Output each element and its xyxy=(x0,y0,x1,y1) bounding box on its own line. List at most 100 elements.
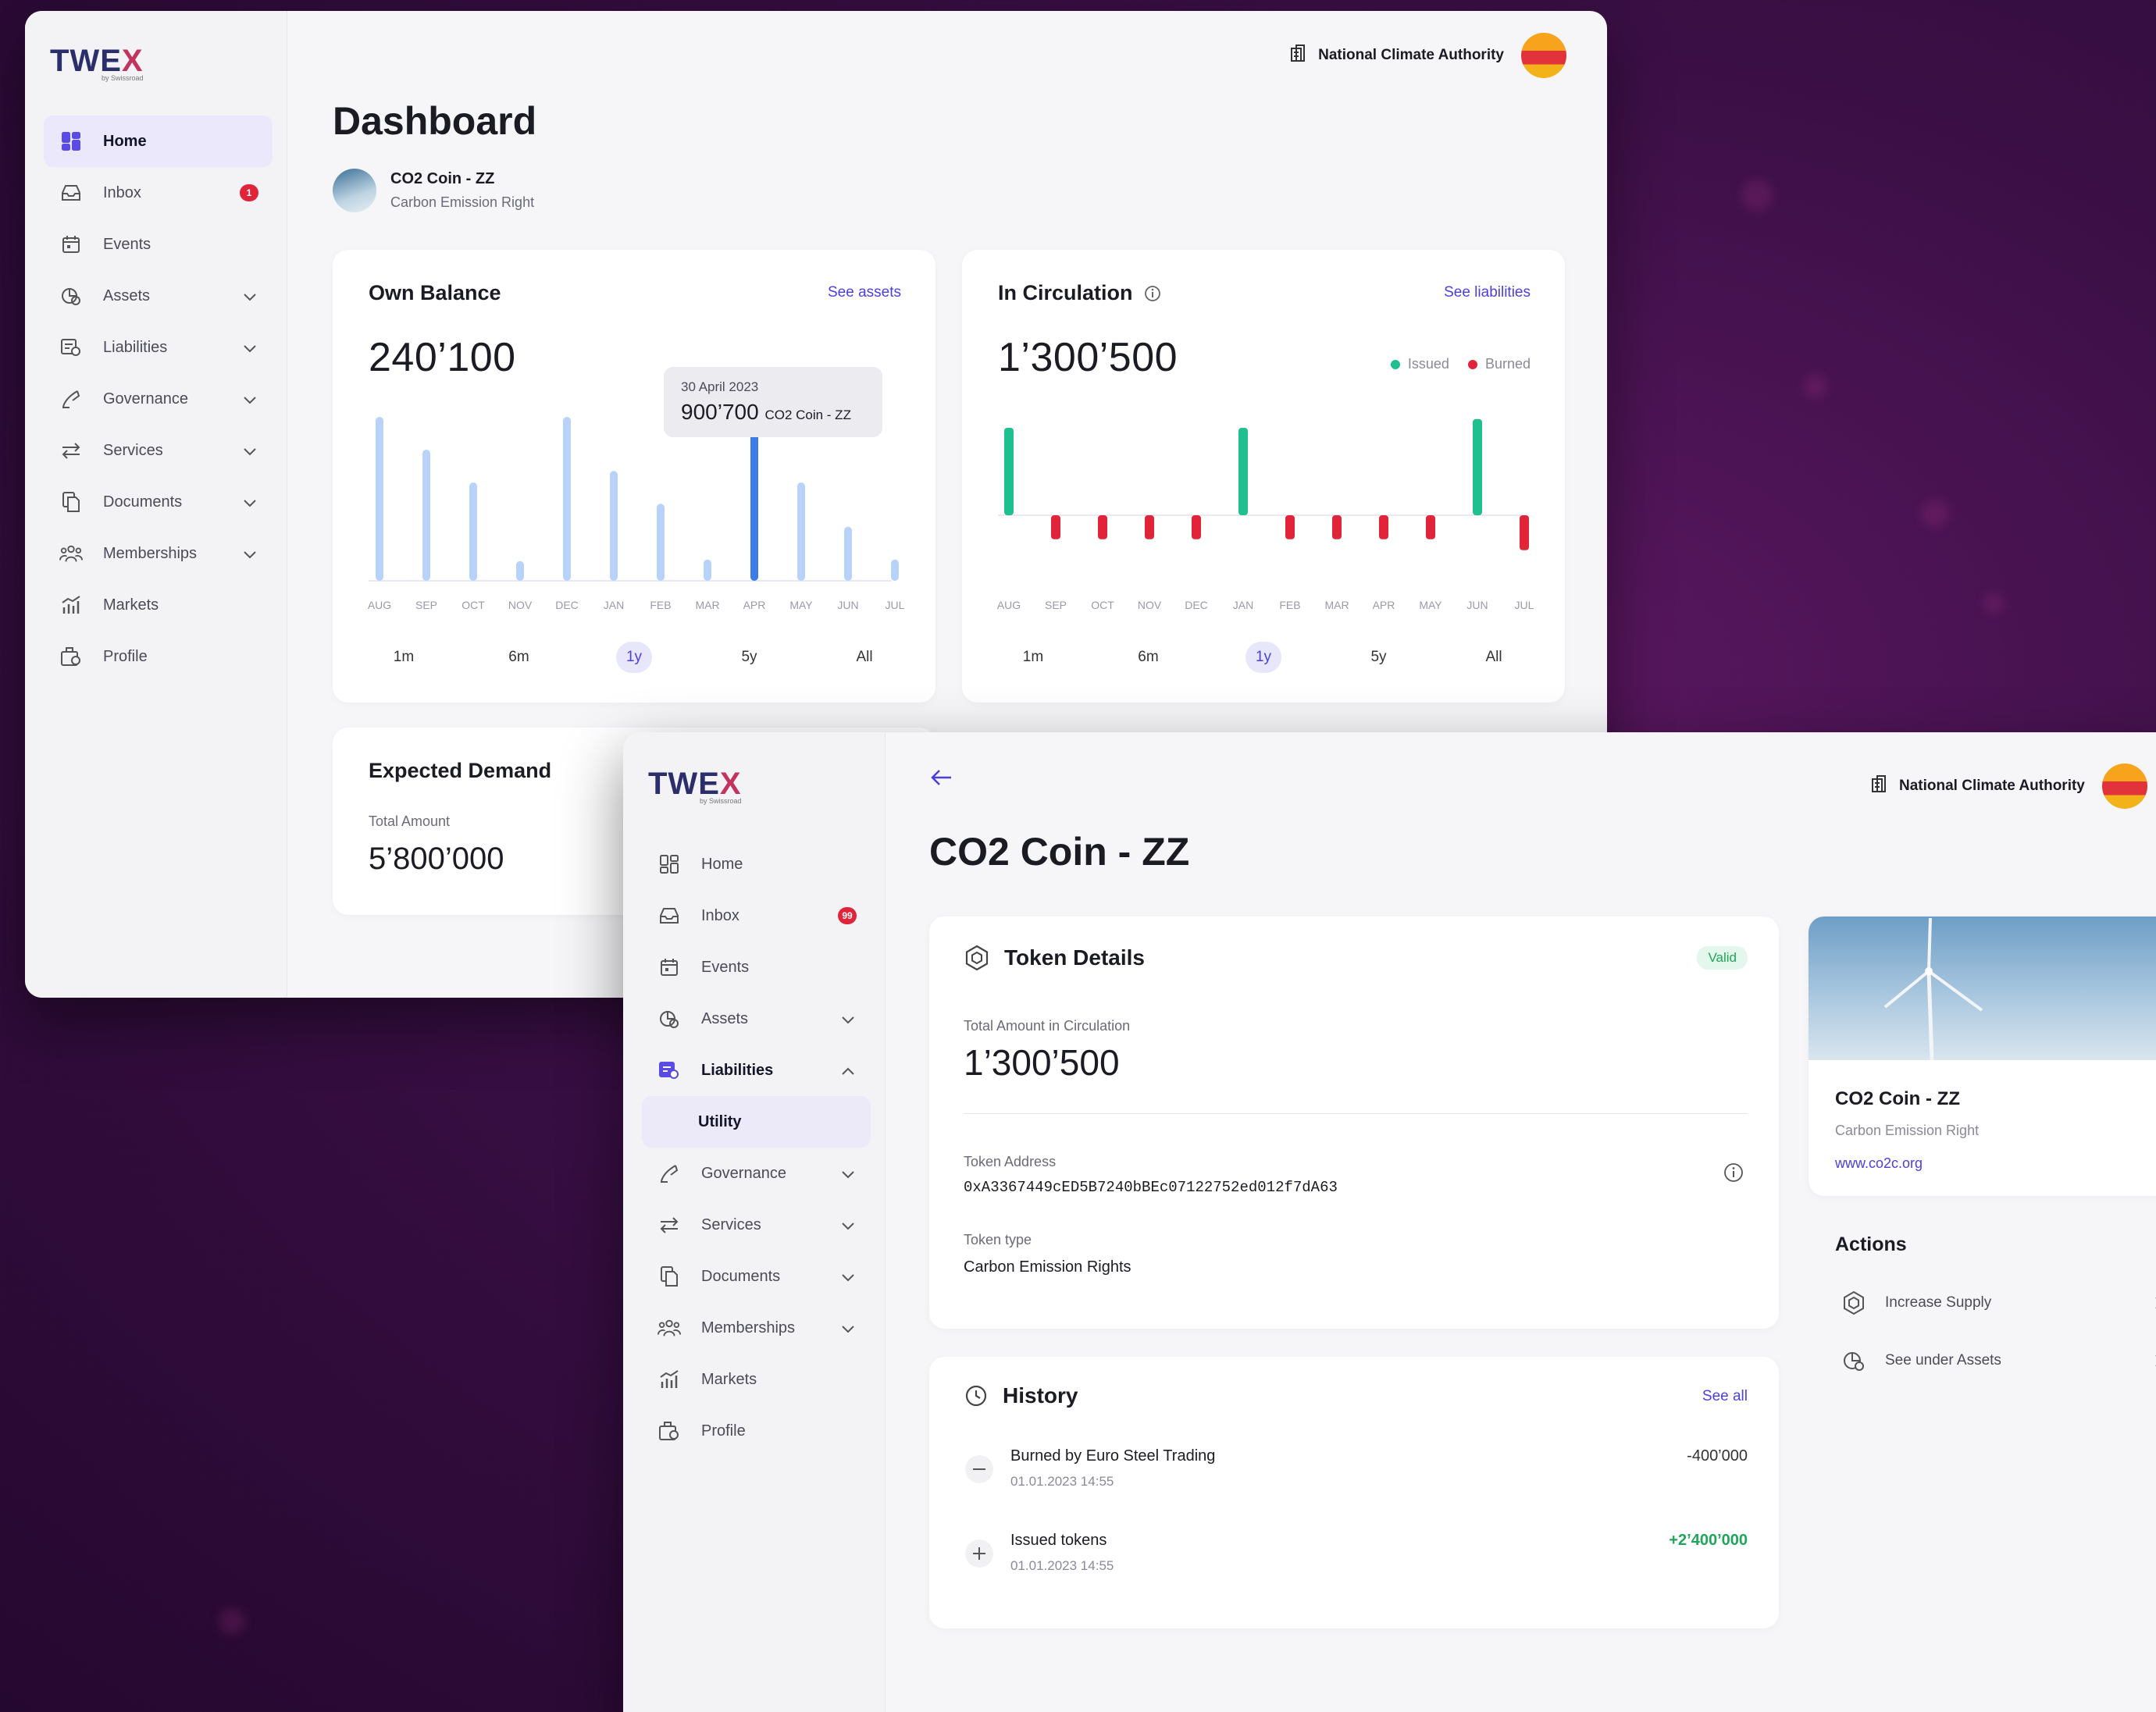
range-option-6m[interactable]: 6m xyxy=(1131,642,1167,673)
sidebar-item-utility[interactable]: Utility xyxy=(642,1096,871,1148)
issued-bar-jun[interactable] xyxy=(1473,418,1482,515)
sidebar-item-documents[interactable]: Documents xyxy=(44,476,273,528)
sidebar-item-liabilities[interactable]: Liabilities xyxy=(642,1045,871,1096)
burned-bar-oct[interactable] xyxy=(1098,515,1107,539)
sidebar-item-governance[interactable]: Governance xyxy=(44,373,273,425)
x-tick-label: MAY xyxy=(1419,599,1442,611)
sidebar-item-markets[interactable]: Markets xyxy=(44,579,273,631)
chart-bar-feb[interactable] xyxy=(657,504,665,581)
burned-bar-nov[interactable] xyxy=(1145,515,1154,539)
x-tick-label: DEC xyxy=(555,599,579,611)
chevron-down-icon[interactable] xyxy=(243,340,257,358)
background-dot xyxy=(1983,593,2004,614)
info-icon[interactable] xyxy=(1723,1162,1744,1187)
chart-bar-jul[interactable] xyxy=(891,559,899,581)
org-name[interactable]: National Climate Authority xyxy=(1318,47,1504,64)
in-circulation-chart[interactable]: AUG SEP OCT NOV DEC JAN FEB MAR APR MAY JUN JUL xyxy=(997,398,1534,611)
chevron-down-icon[interactable] xyxy=(841,1320,855,1338)
range-option-all[interactable]: All xyxy=(846,642,882,673)
history-row[interactable]: Burned by Euro Steel Trading 01.01.2023 … xyxy=(964,1444,1748,1529)
sidebar-item-label: Home xyxy=(103,132,147,150)
info-icon[interactable] xyxy=(1144,285,1161,302)
range-option-5y[interactable]: 5y xyxy=(1361,642,1397,673)
chevron-down-icon[interactable] xyxy=(841,1217,855,1235)
burned-bar-may[interactable] xyxy=(1426,515,1435,539)
avatar[interactable] xyxy=(1521,33,1566,78)
sidebar-item-profile[interactable]: Profile xyxy=(642,1405,871,1457)
avatar[interactable] xyxy=(2101,763,2147,809)
chart-bar-apr[interactable] xyxy=(750,428,758,581)
burned-bar-sep[interactable] xyxy=(1051,515,1060,539)
chevron-down-icon[interactable] xyxy=(243,391,257,409)
range-option-1y[interactable]: 1y xyxy=(1245,642,1281,673)
burned-bar-apr[interactable] xyxy=(1379,515,1388,539)
sidebar-item-governance[interactable]: Governance xyxy=(642,1148,871,1199)
chart-bar-sep[interactable] xyxy=(422,450,430,581)
summary-url-link[interactable]: www.co2c.org xyxy=(1835,1155,1923,1172)
chart-bar-jun[interactable] xyxy=(844,526,852,581)
issued-bar-jan[interactable] xyxy=(1238,428,1248,515)
action-increase-supply[interactable]: Increase Supply xyxy=(1835,1274,2156,1332)
history-row[interactable]: Issued tokens 01.01.2023 14:55 +2’400’00… xyxy=(964,1529,1748,1613)
sidebar-item-assets[interactable]: Assets xyxy=(44,270,273,322)
chevron-down-icon[interactable] xyxy=(243,494,257,512)
summary-type: Carbon Emission Right xyxy=(1835,1123,1980,1138)
range-option-all[interactable]: All xyxy=(1476,642,1512,673)
burned-bar-mar[interactable] xyxy=(1332,515,1342,539)
profile-icon xyxy=(59,645,83,668)
back-arrow-icon[interactable] xyxy=(929,768,953,791)
chart-bar-nov[interactable] xyxy=(516,561,524,581)
range-option-1m[interactable]: 1m xyxy=(1015,642,1051,673)
token-address-value[interactable]: 0xA3367449cED5B7240bBEc07122752ed012f7dA… xyxy=(964,1179,1338,1196)
sidebar-item-memberships[interactable]: Memberships xyxy=(642,1302,871,1354)
sidebar-item-services[interactable]: Services xyxy=(44,425,273,476)
sidebar-item-home[interactable]: Home xyxy=(44,116,273,167)
range-option-1m[interactable]: 1m xyxy=(386,642,422,673)
range-option-1y[interactable]: 1y xyxy=(616,642,652,673)
chart-bar-may[interactable] xyxy=(797,482,805,581)
token-details-card: Token Details Valid Total Amount in Circ… xyxy=(929,917,1779,1329)
range-option-6m[interactable]: 6m xyxy=(501,642,537,673)
action-see-under-assets[interactable]: See under Assets xyxy=(1835,1332,2156,1390)
sidebar-item-services[interactable]: Services xyxy=(642,1199,871,1251)
issued-bar-aug[interactable] xyxy=(1004,428,1014,515)
chart-bar-mar[interactable] xyxy=(704,559,711,581)
chevron-down-icon[interactable] xyxy=(243,546,257,564)
chart-bar-dec[interactable] xyxy=(563,417,571,581)
sidebar-item-liabilities[interactable]: Liabilities xyxy=(44,322,273,373)
chevron-down-icon[interactable] xyxy=(243,288,257,306)
sidebar-item-memberships[interactable]: Memberships xyxy=(44,528,273,579)
see-all-link[interactable]: See all xyxy=(1702,1388,1748,1405)
sidebar-item-markets[interactable]: Markets xyxy=(642,1354,871,1405)
sidebar-item-assets[interactable]: Assets xyxy=(642,993,871,1045)
chart-bar-oct[interactable] xyxy=(469,482,477,581)
background-dot xyxy=(1804,375,1827,398)
sidebar-item-inbox[interactable]: Inbox 99 xyxy=(642,890,871,941)
sidebar-item-documents[interactable]: Documents xyxy=(642,1251,871,1302)
sidebar-item-inbox[interactable]: Inbox 1 xyxy=(44,167,273,219)
chart-bar-aug[interactable] xyxy=(376,417,383,581)
burned-bar-dec[interactable] xyxy=(1192,515,1201,539)
sidebar-item-events[interactable]: Events xyxy=(44,219,273,270)
org-name[interactable]: National Climate Authority xyxy=(1899,778,2085,795)
token-selector[interactable]: CO2 Coin - ZZ Carbon Emission Right xyxy=(333,169,534,212)
burned-bar-jul[interactable] xyxy=(1520,515,1529,550)
chart-bar-jan[interactable] xyxy=(610,471,618,581)
chevron-up-icon[interactable] xyxy=(841,1062,855,1080)
token-summary-card[interactable]: CO2 Coin - ZZ Carbon Emission Right www.… xyxy=(1809,917,2156,1196)
assets-icon xyxy=(1841,1348,1866,1373)
x-tick-label: JAN xyxy=(604,599,624,611)
chevron-down-icon[interactable] xyxy=(243,443,257,461)
chevron-down-icon[interactable] xyxy=(841,1011,855,1029)
sidebar-item-home[interactable]: Home xyxy=(642,838,871,890)
sidebar-item-events[interactable]: Events xyxy=(642,941,871,993)
see-assets-link[interactable]: See assets xyxy=(828,284,901,301)
see-liabilities-link[interactable]: See liabilities xyxy=(1444,284,1531,301)
chevron-down-icon[interactable] xyxy=(841,1166,855,1183)
minus-icon xyxy=(964,1454,995,1489)
range-option-5y[interactable]: 5y xyxy=(732,642,768,673)
chevron-down-icon[interactable] xyxy=(841,1269,855,1287)
burned-bar-feb[interactable] xyxy=(1285,515,1295,539)
token-hexagon-icon xyxy=(964,945,990,971)
sidebar-item-profile[interactable]: Profile xyxy=(44,631,273,682)
